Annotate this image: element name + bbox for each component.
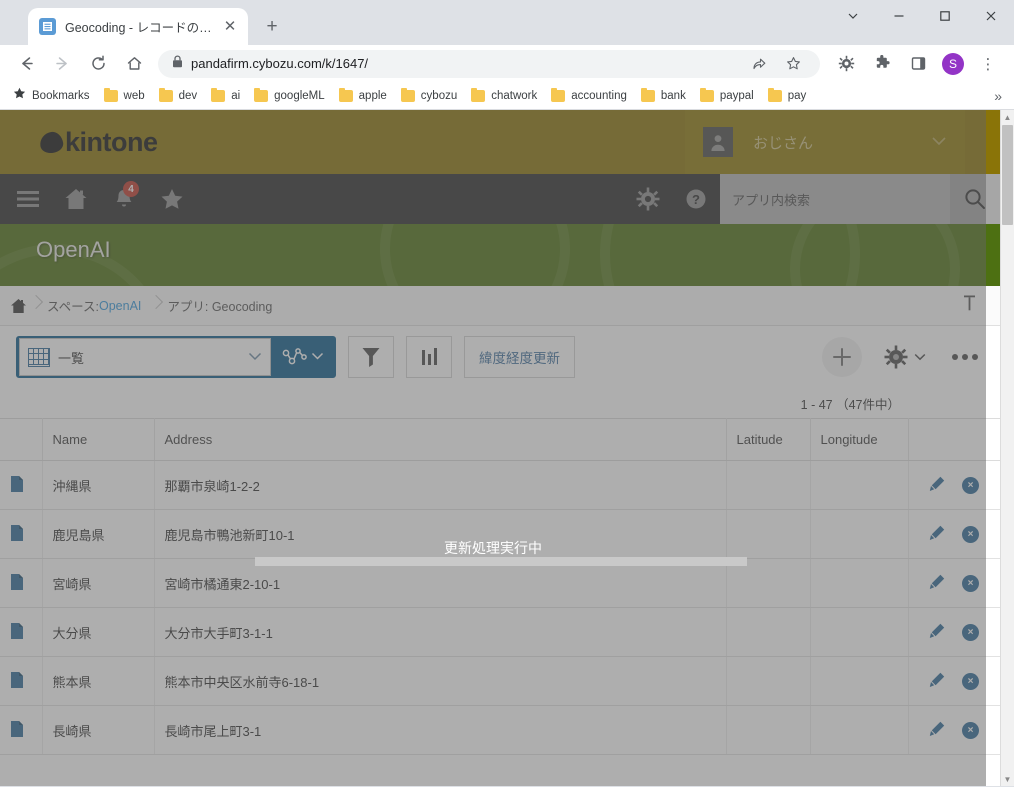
bookmarks-bar: Bookmarks web dev ai googleML apple cybo…: [0, 82, 1014, 110]
page-scrollbar[interactable]: ▲ ▼: [1000, 110, 1014, 786]
kintone-record-icon: [39, 18, 56, 35]
bookmark-label: web: [123, 89, 145, 102]
scrollbar-thumb[interactable]: [1002, 125, 1013, 225]
maximize-icon[interactable]: [922, 0, 968, 32]
scroll-up-arrow-icon[interactable]: ▲: [1001, 110, 1014, 124]
progress-bar: [255, 557, 747, 566]
bookmark-label: chatwork: [491, 89, 538, 102]
folder-icon: [471, 87, 486, 102]
bookmarks-root-label: Bookmarks: [32, 89, 90, 102]
tab-strip: Geocoding - レコードの一覧 ✕ +: [0, 0, 1014, 45]
folder-icon: [158, 87, 173, 102]
folder-icon: [400, 87, 415, 102]
share-icon[interactable]: [745, 50, 773, 78]
progress-bar-fill: [255, 557, 747, 566]
browser-window: Geocoding - レコードの一覧 ✕ + pandafirm.cybozu…: [0, 0, 1014, 787]
folder-icon: [767, 87, 782, 102]
window-controls: [830, 0, 1014, 32]
bookmark-folder[interactable]: apple: [332, 84, 394, 108]
page-viewport: kintone おじさん: [0, 110, 1014, 786]
home-icon[interactable]: [120, 50, 148, 78]
extension-icons: S ⋮: [828, 50, 1006, 78]
url-text: pandafirm.cybozu.com/k/1647/: [191, 56, 369, 71]
bookmark-folder[interactable]: googleML: [247, 84, 332, 108]
close-icon[interactable]: ✕: [220, 17, 240, 37]
bookmark-label: bank: [660, 89, 686, 102]
bookmark-folder[interactable]: web: [97, 84, 152, 108]
bookmarks-overflow-icon[interactable]: »: [994, 88, 1008, 104]
lock-icon: [172, 54, 183, 73]
bookmark-label: pay: [787, 89, 807, 102]
back-icon[interactable]: [12, 50, 40, 78]
loading-text: 更新処理実行中: [444, 540, 542, 556]
bookmark-folder[interactable]: dev: [152, 84, 205, 108]
folder-icon: [338, 87, 353, 102]
loading-overlay: [0, 110, 986, 786]
bookmark-folder[interactable]: cybozu: [394, 84, 464, 108]
bookmark-label: apple: [358, 89, 387, 102]
star-icon: [13, 87, 26, 105]
url-input[interactable]: pandafirm.cybozu.com/k/1647/: [158, 49, 820, 78]
tab-search-icon[interactable]: [830, 0, 876, 32]
bookmark-folder[interactable]: ai: [204, 84, 247, 108]
bookmark-label: dev: [178, 89, 198, 102]
folder-icon: [640, 87, 655, 102]
folder-icon: [103, 87, 118, 102]
address-bar: pandafirm.cybozu.com/k/1647/ S ⋮: [0, 45, 1014, 82]
extensions-icon[interactable]: [868, 50, 896, 78]
bookmark-folder[interactable]: accounting: [544, 84, 634, 108]
window-close-icon[interactable]: [968, 0, 1014, 32]
scroll-down-arrow-icon[interactable]: ▼: [1001, 772, 1014, 786]
bookmark-label: accounting: [571, 89, 627, 102]
bookmark-folder[interactable]: bank: [634, 84, 693, 108]
browser-menu-icon[interactable]: ⋮: [974, 50, 1002, 78]
gear-icon[interactable]: [832, 50, 860, 78]
reload-icon[interactable]: [84, 50, 112, 78]
new-tab-button[interactable]: +: [258, 12, 286, 40]
bookmarks-root[interactable]: Bookmarks: [6, 84, 97, 108]
bookmark-label: googleML: [274, 89, 325, 102]
bookmark-star-icon[interactable]: [779, 50, 807, 78]
folder-icon: [211, 87, 226, 102]
minimize-icon[interactable]: [876, 0, 922, 32]
folder-icon: [551, 87, 566, 102]
kintone-page: kintone おじさん: [0, 110, 1000, 786]
bookmark-label: ai: [231, 89, 241, 102]
bookmark-folder[interactable]: chatwork: [464, 84, 544, 108]
folder-icon: [254, 87, 269, 102]
tab-title: Geocoding - レコードの一覧: [65, 21, 220, 35]
bookmark-label: paypal: [719, 89, 754, 102]
sidepanel-icon[interactable]: [904, 50, 932, 78]
profile-avatar[interactable]: S: [942, 52, 964, 75]
forward-icon[interactable]: [48, 50, 76, 78]
folder-icon: [699, 87, 714, 102]
bookmark-folder[interactable]: pay: [761, 84, 814, 108]
bookmark-label: cybozu: [420, 89, 458, 102]
browser-tab[interactable]: Geocoding - レコードの一覧 ✕: [28, 8, 248, 45]
bookmark-folder[interactable]: paypal: [693, 84, 761, 108]
